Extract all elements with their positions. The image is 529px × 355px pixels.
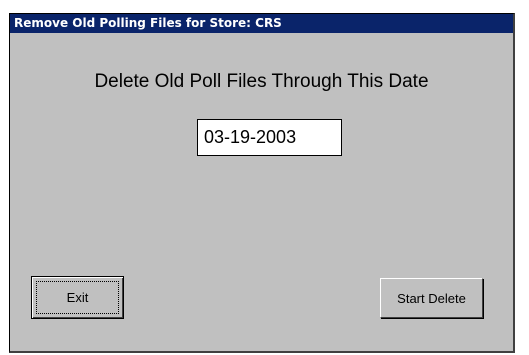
dialog-window: Remove Old Polling Files for Store: CRS … <box>9 13 515 353</box>
start-delete-button[interactable]: Start Delete <box>380 278 483 318</box>
title-bar[interactable]: Remove Old Polling Files for Store: CRS <box>10 14 513 33</box>
start-delete-button-label: Start Delete <box>397 290 466 306</box>
exit-button-label: Exit <box>66 290 89 305</box>
date-field[interactable] <box>197 119 342 156</box>
dialog-client-area: Delete Old Poll Files Through This Date … <box>10 33 513 351</box>
exit-button[interactable]: Exit <box>31 276 124 319</box>
window-title: Remove Old Polling Files for Store: CRS <box>14 16 282 30</box>
date-prompt-label: Delete Old Poll Files Through This Date <box>94 71 429 92</box>
